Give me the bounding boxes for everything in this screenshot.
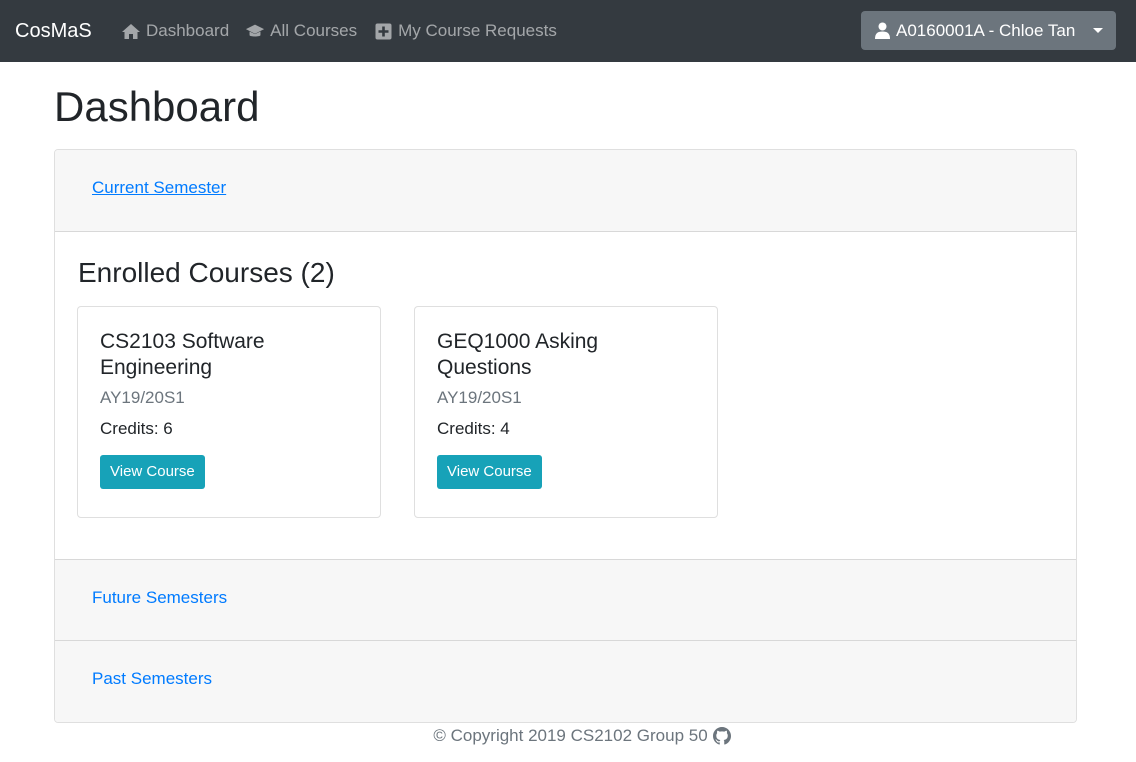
enrolled-courses-title: Enrolled Courses (2): [78, 257, 335, 288]
view-course-button[interactable]: View Course: [437, 455, 542, 489]
course-card: GEQ1000 Asking Questions AY19/20S1 Credi…: [414, 306, 718, 518]
future-semesters-link[interactable]: Future Semesters: [92, 587, 227, 609]
semesters-accordion: Current Semester Enrolled Courses (2) CS…: [54, 149, 1077, 723]
copyright-text: © Copyright 2019 CS2102 Group 50: [433, 726, 708, 745]
nav-all-courses-label: All Courses: [270, 21, 358, 40]
current-semester-header: Current Semester: [55, 150, 1076, 232]
past-semesters-link[interactable]: Past Semesters: [92, 668, 212, 690]
plus-square-icon: [373, 22, 393, 40]
nav-my-course-requests-label: My Course Requests: [398, 21, 557, 40]
future-semesters-header: Future Semesters: [55, 559, 1076, 641]
course-term: AY19/20S1: [100, 388, 185, 407]
nav-dashboard[interactable]: Dashboard: [121, 18, 229, 44]
past-semesters-header: Past Semesters: [55, 641, 1076, 722]
home-icon: [121, 22, 141, 40]
nav-my-course-requests[interactable]: My Course Requests: [373, 18, 557, 44]
footer: © Copyright 2019 CS2102 Group 50: [0, 725, 1136, 747]
main-nav: Dashboard All Courses My Course Requests: [121, 18, 573, 44]
brand-logo[interactable]: CosMaS: [15, 17, 92, 45]
page-title: Dashboard: [54, 83, 260, 130]
course-title: CS2103 Software Engineering: [100, 330, 265, 379]
view-course-button[interactable]: View Course: [100, 455, 205, 489]
course-term: AY19/20S1: [437, 388, 522, 407]
nav-dashboard-label: Dashboard: [146, 21, 230, 40]
user-dropdown-button[interactable]: A0160001A - Chloe Tan: [861, 11, 1116, 50]
chevron-down-icon: [1093, 28, 1103, 33]
current-semester-body: Enrolled Courses (2) CS2103 Software Eng…: [55, 232, 1076, 559]
top-navbar: CosMaS Dashboard All Courses My Course R…: [0, 0, 1136, 62]
graduation-cap-icon: [245, 22, 265, 40]
course-credits: Credits: 4: [437, 419, 510, 438]
course-credits: Credits: 6: [100, 419, 173, 438]
course-card: CS2103 Software Engineering AY19/20S1 Cr…: [77, 306, 381, 518]
user-name: A0160001A - Chloe Tan: [896, 20, 1076, 40]
user-icon: [875, 22, 891, 40]
github-icon[interactable]: [712, 727, 731, 745]
current-semester-link[interactable]: Current Semester: [92, 177, 226, 199]
course-title: GEQ1000 Asking Questions: [437, 330, 599, 379]
nav-all-courses[interactable]: All Courses: [245, 18, 357, 44]
